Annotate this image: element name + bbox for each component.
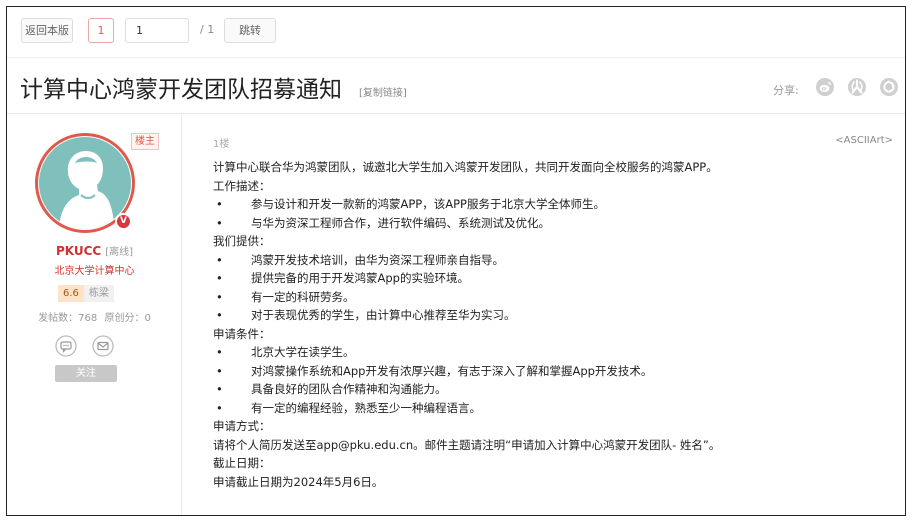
follow-button[interactable]: 关注 xyxy=(55,365,117,382)
list-item: • 参与设计和开发一款新的鸿蒙APP，该APP服务于北京大学全体师生。 xyxy=(216,197,605,211)
author-sidebar: V 楼主 PKUCC [离线] 北京大学计算中心 6.6 栋梁 发帖数：768 原创… xyxy=(7,115,182,515)
pagination-bar: 返回本版 1 / 1 跳转 xyxy=(7,7,905,53)
intro-text: 计算中心联合华为鸿蒙团队，诚邀北大学生加入鸿蒙开发团队，共同开发面向全校服务的鸿… xyxy=(213,160,718,174)
post-count: 发帖数：768 xyxy=(38,313,98,324)
author-name-row: PKUCC [离线] xyxy=(7,243,182,258)
section-heading: 工作描述： xyxy=(213,178,271,193)
mail-icon[interactable] xyxy=(92,335,114,357)
vip-badge: V xyxy=(115,213,132,230)
list-item: • 提供完备的用于开发鸿蒙App的实验环境。 xyxy=(216,271,469,285)
message-icon[interactable] xyxy=(55,335,77,357)
section-heading: 我们提供： xyxy=(213,234,271,248)
post-body: 1楼 <ASCIIArt> 计算中心联合华为鸿蒙团队，诚邀北大学生加入鸿蒙开发团… xyxy=(183,115,905,515)
author-org: 北京大学计算中心 xyxy=(54,266,135,277)
list-item: • 对鸿蒙操作系统和App开发有浓厚兴趣，有志于深入了解和掌握App开发技术。 xyxy=(216,363,653,378)
floor-number: 1楼 xyxy=(213,139,230,150)
section-heading: 截止日期： xyxy=(213,456,271,470)
list-item: • 北京大学在读学生。 xyxy=(216,345,355,359)
copy-link-button[interactable]: [复制链接] xyxy=(359,84,407,99)
page-title: 计算中心鸿蒙开发团队招募通知 xyxy=(20,77,342,103)
post-content: 计算中心联合华为鸿蒙团队，诚邀北大学生加入鸿蒙开发团队，共同开发面向全校服务的鸿… xyxy=(213,158,893,491)
ascii-art-link[interactable]: <ASCIIArt> xyxy=(835,135,893,146)
level-score: 6.6 xyxy=(58,285,84,302)
author-stats: 发帖数：768 原创分：0 xyxy=(7,309,182,324)
list-item: • 有一定的编程经验，熟悉至少一种编程语言。 xyxy=(216,400,481,415)
forum-thread-window: 返回本版 1 / 1 跳转 计算中心鸿蒙开发团队招募通知 [复制链接] 分享: xyxy=(6,6,906,516)
author-name-link[interactable]: PKUCC xyxy=(56,244,101,258)
level-name: 栋梁 xyxy=(83,285,114,302)
list-item: • 对于表现优秀的学生，由计算中心推荐至华为实习。 xyxy=(216,308,516,322)
renren-icon[interactable] xyxy=(847,77,867,97)
section-heading: 申请条件： xyxy=(213,326,271,341)
deadline-text: 申请截止日期为2024年5月6日。 xyxy=(213,474,384,489)
page-1-button[interactable]: 1 xyxy=(88,18,114,43)
wechat-moments-icon[interactable] xyxy=(879,77,899,97)
list-item: • 与华为资深工程师合作，进行软件编码、系统测试及优化。 xyxy=(216,215,550,230)
author-status: [离线] xyxy=(105,247,134,258)
post-container: V 楼主 PKUCC [离线] 北京大学计算中心 6.6 栋梁 发帖数：768 原创… xyxy=(7,115,905,515)
list-item: • 具备良好的团队合作精神和沟通能力。 xyxy=(216,382,447,396)
jump-button[interactable]: 跳转 xyxy=(224,18,276,43)
original-score: 原创分：0 xyxy=(104,313,151,324)
apply-instruction: 请将个人简历发送至app@pku.edu.cn。邮件主题请注明“申请加入计算中心… xyxy=(213,437,721,452)
back-to-board-button[interactable]: 返回本版 xyxy=(21,18,73,43)
page-total-label: / 1 xyxy=(200,23,215,36)
thread-header: 计算中心鸿蒙开发团队招募通知 [复制链接] 分享: xyxy=(7,57,905,114)
page-number-input[interactable] xyxy=(125,18,189,43)
weibo-icon[interactable] xyxy=(815,77,835,97)
list-item: • 有一定的科研劳务。 xyxy=(216,289,355,304)
share-label: 分享: xyxy=(773,84,799,97)
author-level: 6.6 栋梁 xyxy=(58,285,114,302)
role-badge: 楼主 xyxy=(131,133,159,150)
section-heading: 申请方式： xyxy=(213,419,271,433)
list-item: • 鸿蒙开发技术培训，由华为资深工程师亲自指导。 xyxy=(216,252,504,267)
